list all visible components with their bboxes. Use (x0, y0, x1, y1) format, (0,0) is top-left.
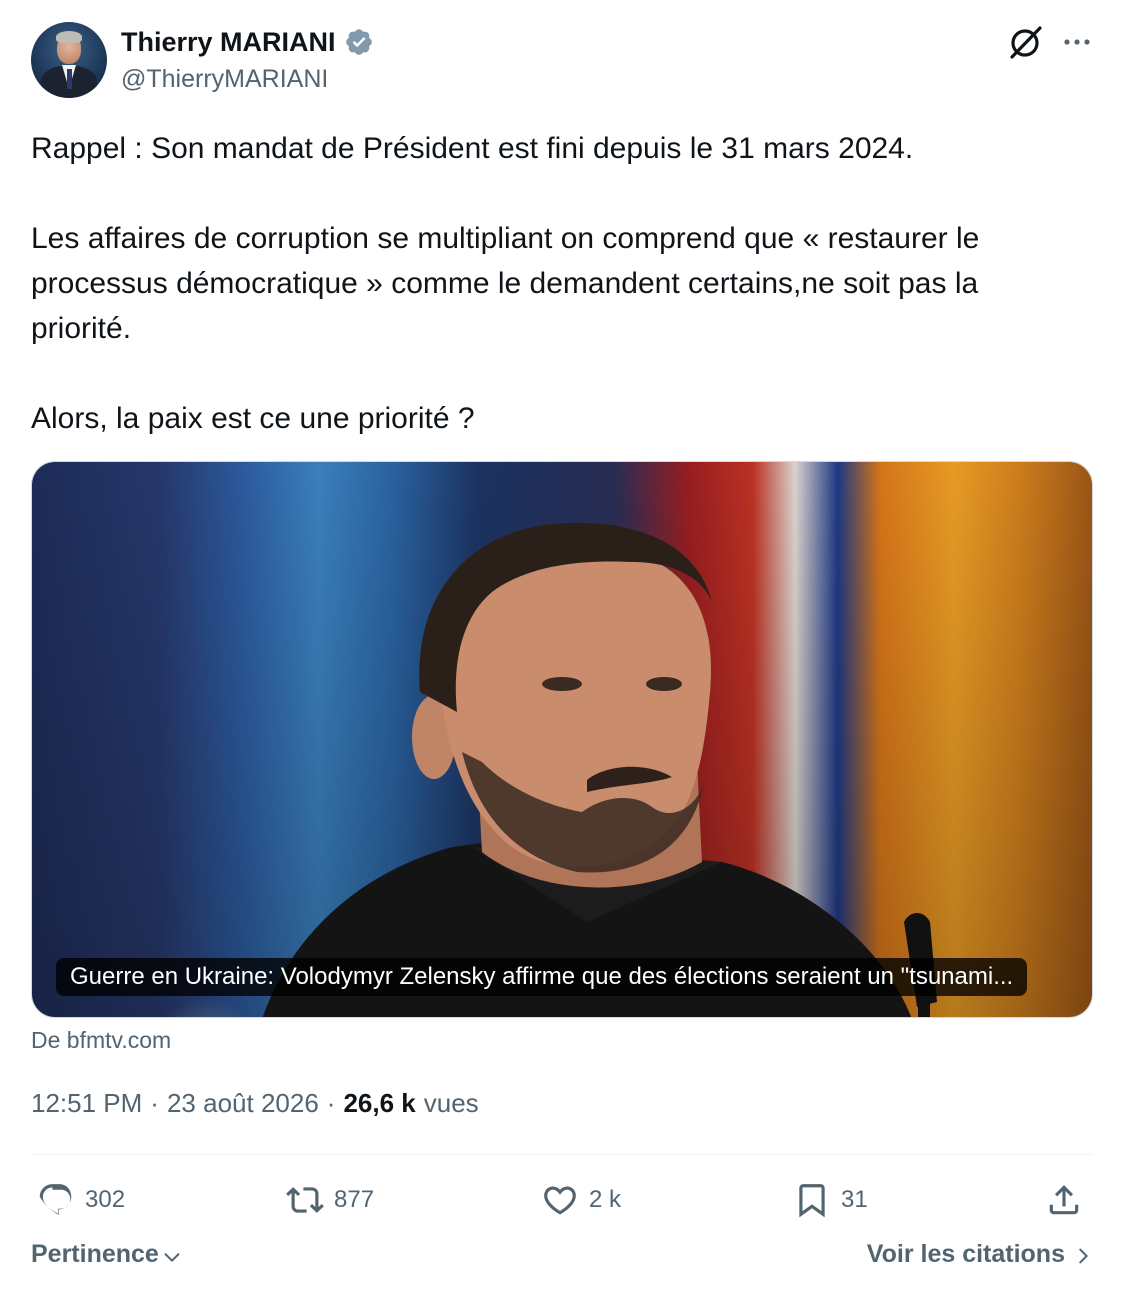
link-card-image[interactable]: Guerre en Ukraine: Volodymyr Zelensky af… (31, 461, 1093, 1018)
replies-footer: Pertinence Voir les citations (31, 1240, 1093, 1278)
tweet-date[interactable]: 23 août 2026 (167, 1088, 319, 1119)
chevron-right-icon (1079, 1248, 1088, 1263)
action-bar: 302 877 2 k 31 (31, 1176, 1093, 1224)
reply-button[interactable]: 302 (37, 1176, 125, 1224)
tweet-text: Rappel : Son mandat de Président est fin… (31, 126, 1093, 441)
author-display-name[interactable]: Thierry MARIANI (121, 27, 336, 58)
more-options-icon[interactable] (1059, 24, 1095, 60)
views-count[interactable]: 26,6 k (343, 1088, 415, 1119)
link-card-caption[interactable]: Guerre en Ukraine: Volodymyr Zelensky af… (56, 958, 1028, 996)
link-source[interactable]: De bfmtv.com (31, 1027, 171, 1054)
verified-badge-icon[interactable] (344, 27, 374, 57)
divider (31, 1154, 1093, 1155)
tweet-meta: 12:51 PM · 23 août 2026 · 26,6 k vues (31, 1088, 479, 1119)
grok-icon[interactable] (1006, 22, 1046, 62)
portrait-photo (262, 522, 937, 1017)
meta-separator: · (326, 1088, 336, 1118)
repost-icon (286, 1187, 324, 1213)
author-name-row: Thierry MARIANI (121, 26, 374, 58)
bookmark-count: 31 (841, 1186, 868, 1213)
sort-dropdown[interactable]: Pertinence (31, 1240, 183, 1269)
tweet-paragraph: Les affaires de corruption se multiplian… (31, 222, 980, 345)
share-button[interactable] (1045, 1176, 1083, 1224)
tweet-paragraph: Alors, la paix est ce une priorité ? (31, 402, 475, 435)
repost-count: 877 (334, 1186, 375, 1213)
chevron-down-icon (164, 1252, 180, 1262)
author-handle[interactable]: @ThierryMARIANI (121, 65, 328, 94)
tweet-time[interactable]: 12:51 PM (31, 1088, 142, 1119)
bookmark-button[interactable]: 31 (793, 1176, 868, 1224)
views-label: vues (423, 1088, 479, 1118)
sort-label: Pertinence (31, 1240, 159, 1268)
tweet-header: Thierry MARIANI @ThierryMARIANI (31, 22, 1093, 98)
heart-icon (544, 1186, 576, 1215)
meta-separator: · (150, 1088, 159, 1118)
share-icon (1049, 1185, 1079, 1215)
reply-icon (39, 1184, 72, 1215)
like-count: 2 k (589, 1186, 622, 1213)
view-quotes-label: Voir les citations (866, 1240, 1065, 1268)
tweet-paragraph: Rappel : Son mandat de Président est fin… (31, 132, 914, 165)
repost-button[interactable]: 877 (286, 1176, 374, 1224)
view-quotes-link[interactable]: Voir les citations (867, 1240, 1093, 1269)
reply-count: 302 (85, 1186, 126, 1213)
like-button[interactable]: 2 k (541, 1176, 621, 1224)
avatar[interactable] (31, 22, 107, 98)
bookmark-icon (799, 1184, 825, 1218)
